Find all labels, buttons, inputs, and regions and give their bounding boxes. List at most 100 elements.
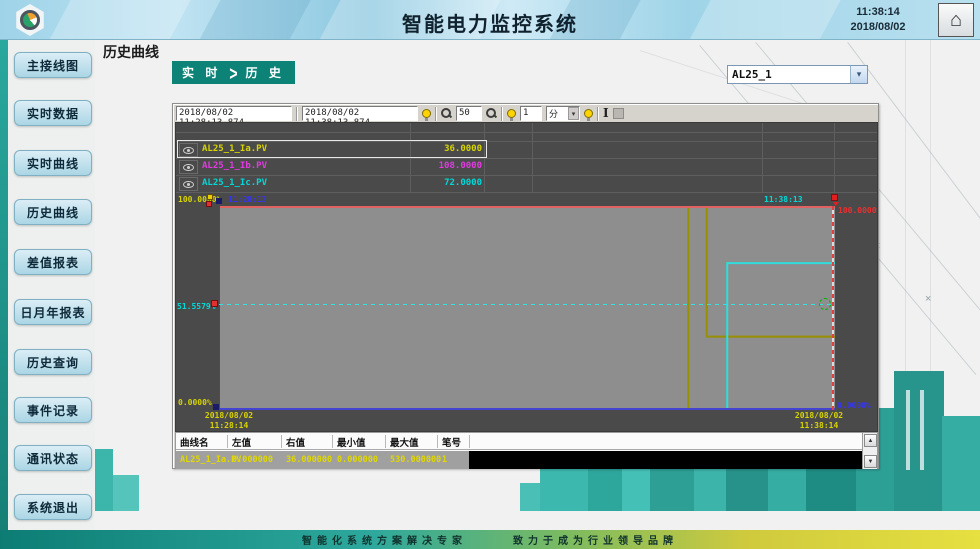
toolbar-separator — [597, 107, 599, 121]
end-time-field[interactable]: 2018/08/02 11:38:13.874 — [302, 106, 418, 121]
column-divider — [437, 435, 438, 448]
sidebar-item-history-curve[interactable]: 历史曲线 — [14, 199, 92, 225]
left-cursor-handle[interactable] — [216, 198, 222, 204]
device-select[interactable]: AL25_1 ▾ — [727, 65, 868, 84]
curve-value: 108.0000 — [412, 161, 482, 171]
sidebar-item-main-wiring[interactable]: 主接线图 — [14, 52, 92, 78]
column-divider — [281, 435, 282, 448]
scroll-up-icon: ▲ — [868, 438, 874, 444]
home-icon: ⌂ — [950, 9, 962, 32]
h-cursor-handle[interactable] — [211, 300, 218, 307]
device-select-value: AL25_1 — [728, 68, 850, 81]
disabled-tool-icon — [613, 108, 624, 119]
zoom-in-icon[interactable] — [486, 108, 497, 119]
skyline-building — [95, 449, 113, 511]
refresh-icon[interactable] — [584, 109, 593, 118]
y-min-label-right: 0.0000% — [837, 401, 871, 410]
chevron-down-icon: ▾ — [568, 107, 579, 120]
curve-stats-table: 曲线名 左值 右值 最小值 最大值 笔号 AL25_1_Ia.PV 0.0000… — [175, 432, 878, 469]
column-divider — [469, 435, 470, 448]
sidebar-item-event-log[interactable]: 事件记录 — [14, 397, 92, 423]
marker-top-left[interactable] — [207, 194, 213, 200]
tower-line — [930, 40, 931, 420]
plot-bottom-axis — [219, 408, 835, 410]
right-cursor-handle[interactable] — [831, 194, 838, 201]
axis-start-time: 11:28:14 — [194, 421, 264, 430]
sidebar-item-history-query[interactable]: 历史查询 — [14, 349, 92, 375]
footer-slogan-left: 智能化系统方案解决专家 — [302, 532, 467, 547]
sidebar-item-realtime-data[interactable]: 实时数据 — [14, 100, 92, 126]
skyline-base — [520, 483, 980, 511]
plot-area[interactable] — [219, 206, 835, 410]
interval-apply-icon[interactable] — [507, 109, 516, 118]
sidebar-item-realtime-curve[interactable]: 实时曲线 — [14, 150, 92, 176]
tower-line — [905, 40, 906, 420]
history-curve-window: 2018/08/02 11:28:13.874 2018/08/02 11:38… — [172, 103, 879, 469]
right-cursor-line[interactable] — [832, 206, 834, 410]
column-divider — [332, 435, 333, 448]
tab-history[interactable]: 历 史 — [246, 64, 285, 81]
sidebar-item-system-exit[interactable]: 系统退出 — [14, 494, 92, 520]
scroll-down-button[interactable]: ▼ — [864, 455, 877, 468]
y-max-label-left: 100.0000% — [178, 195, 221, 204]
curves-svg — [219, 206, 835, 410]
chart-panel: AL25_1_Ia.PV 36.0000 AL25_1_Ib.PV 108.00… — [175, 122, 878, 432]
table-row[interactable]: AL25_1_Ia.PV 0.000000 36.000000 0.000000… — [176, 451, 863, 469]
column-divider — [385, 435, 386, 448]
sidebar: 主接线图 实时数据 实时曲线 历史曲线 差值报表 日月年报表 历史查询 事件记录… — [8, 40, 95, 530]
toolbar-separator — [501, 107, 503, 121]
interval-value-input[interactable]: 1 — [520, 106, 542, 121]
home-button[interactable]: ⌂ — [938, 3, 974, 37]
clock-date: 2018/08/02 — [828, 20, 928, 35]
skyline-building — [894, 371, 944, 511]
eye-icon — [183, 164, 194, 171]
scroll-down-icon: ▼ — [868, 459, 874, 465]
zoom-value-input[interactable]: 50 — [456, 106, 482, 121]
toolbar-separator — [435, 107, 437, 121]
cursor-tool-icon[interactable]: I — [603, 108, 609, 119]
legend-row[interactable]: AL25_1_Ic.PV 72.0000 — [176, 176, 836, 192]
marker-top-left-red[interactable] — [206, 201, 212, 207]
curve-toolbar: 2018/08/02 11:28:13.874 2018/08/02 11:38… — [175, 105, 877, 122]
cell-max-value: 530.000000 — [390, 455, 441, 465]
interval-unit-value: 分 — [547, 107, 568, 120]
apply-time-icon[interactable] — [422, 109, 431, 118]
plot-top-border — [219, 206, 835, 208]
y-min-label-left: 0.0000% — [178, 398, 212, 407]
right-cursor-time: 11:38:13 — [764, 195, 803, 204]
y-max-label-right: 100.0000% — [838, 206, 878, 215]
marker-bottom-left[interactable] — [213, 404, 219, 410]
footer-banner: 智能化系统方案解决专家 致力于成为行业领导品牌 — [0, 530, 980, 549]
legend-row[interactable]: AL25_1_Ib.PV 108.0000 — [176, 159, 836, 175]
building-window — [920, 390, 924, 470]
left-cursor-line[interactable] — [219, 206, 220, 410]
table-scrollbar[interactable]: ▲ ▼ — [862, 433, 877, 469]
start-time-field[interactable]: 2018/08/02 11:28:13.874 — [176, 106, 292, 121]
grid-line — [176, 132, 878, 133]
scroll-up-button[interactable]: ▲ — [864, 434, 877, 447]
horizontal-cursor-line[interactable] — [219, 304, 835, 305]
column-divider — [227, 435, 228, 448]
visibility-toggle[interactable] — [179, 177, 198, 191]
tower-marker-icon: × — [925, 293, 931, 305]
sidebar-item-comm-status[interactable]: 通讯状态 — [14, 445, 92, 471]
interval-unit-select[interactable]: 分 ▾ — [546, 106, 580, 121]
col-min-value: 最小值 — [337, 435, 366, 449]
sidebar-item-dmy-report[interactable]: 日月年报表 — [14, 299, 92, 325]
axis-end-date: 2018/08/02 — [784, 411, 854, 420]
visibility-toggle[interactable] — [179, 160, 198, 174]
zoom-out-icon[interactable] — [441, 108, 452, 119]
view-tabs: 实 时 > 历 史 — [172, 61, 295, 84]
tab-realtime[interactable]: 实 时 — [182, 64, 221, 81]
footer-slogan-right: 致力于成为行业领导品牌 — [513, 532, 678, 547]
device-select-button[interactable]: ▾ — [850, 66, 867, 83]
sidebar-item-diff-report[interactable]: 差值报表 — [14, 249, 92, 275]
right-cursor-pin-icon — [833, 202, 839, 206]
col-curve-name: 曲线名 — [180, 435, 209, 449]
h-cursor-label: 51.5579% — [177, 302, 216, 311]
skyline-building — [942, 416, 980, 511]
col-left-value: 左值 — [232, 435, 251, 449]
clock: 11:38:14 2018/08/02 — [828, 5, 928, 35]
page-title: 历史曲线 — [103, 42, 159, 62]
grid-line — [176, 192, 878, 193]
